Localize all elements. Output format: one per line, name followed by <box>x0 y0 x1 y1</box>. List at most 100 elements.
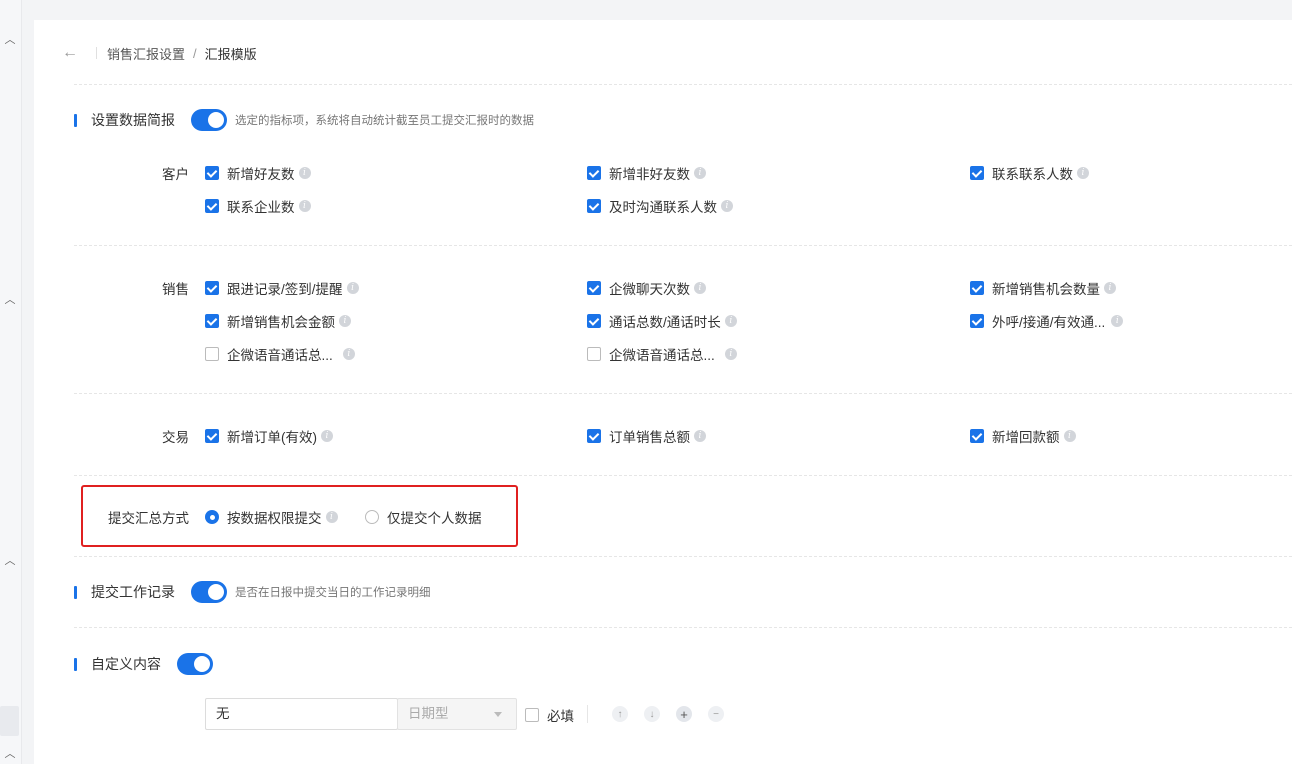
radio-unselected[interactable] <box>365 510 379 524</box>
metric-checkbox[interactable]: 新增好友数 i <box>205 163 311 183</box>
metric-checkbox[interactable]: 外呼/接通/有效通... i <box>970 311 1124 331</box>
info-icon[interactable]: i <box>346 282 359 294</box>
checkbox-checked[interactable] <box>587 314 601 328</box>
work-record-toggle[interactable] <box>191 581 227 603</box>
divider <box>74 475 1292 476</box>
metric-checkbox[interactable]: 订单销售总额 i <box>587 426 706 446</box>
work-record-header: 提交工作记录 是否在日报中提交当日的工作记录明细 <box>74 581 431 603</box>
section-marker <box>74 585 77 599</box>
chevron-up-icon[interactable]: ︿ <box>3 553 17 567</box>
chevron-up-icon[interactable]: ︿ <box>3 292 17 306</box>
metric-checkbox[interactable]: 新增销售机会金额 i <box>205 311 351 331</box>
metric-checkbox[interactable]: 通话总数/通话时长 i <box>587 311 737 331</box>
checkbox-unchecked[interactable] <box>205 347 219 361</box>
info-icon[interactable]: i <box>339 315 351 327</box>
plus-icon[interactable]: + <box>676 706 692 722</box>
checkbox-unchecked[interactable] <box>587 347 601 361</box>
required-checkbox[interactable]: 必填 <box>525 705 574 725</box>
metric-checkbox[interactable]: 企微语音通话总... i <box>205 344 355 364</box>
info-icon[interactable]: i <box>694 167 706 179</box>
info-icon[interactable]: i <box>1111 315 1124 327</box>
arrow-up-icon[interactable]: ↑ <box>612 706 628 722</box>
custom-content-title: 自定义内容 <box>91 656 161 672</box>
radio-option[interactable]: 仅提交个人数据 <box>365 507 482 527</box>
custom-field-input[interactable]: 无 <box>205 698 398 730</box>
checkbox-checked[interactable] <box>205 281 219 295</box>
info-icon[interactable]: i <box>298 200 311 212</box>
arrow-down-icon[interactable]: ↓ <box>644 706 660 722</box>
metric-checkbox[interactable]: 新增销售机会数量 i <box>970 278 1116 298</box>
info-icon[interactable]: i <box>724 315 737 327</box>
info-icon[interactable]: i <box>298 167 311 179</box>
custom-content-toggle[interactable] <box>177 653 213 675</box>
metric-checkbox[interactable]: 企微语音通话总... i <box>587 344 737 364</box>
checkbox-checked[interactable] <box>587 281 601 295</box>
data-brief-description: 选定的指标项，系统将自动统计截至员工提交汇报时的数据 <box>235 115 534 127</box>
info-icon[interactable]: i <box>1063 430 1076 442</box>
metric-label: 外呼/接通/有效通... <box>992 315 1106 330</box>
info-icon[interactable]: i <box>342 348 355 360</box>
metric-label: 新增好友数 <box>227 167 295 182</box>
metric-label: 跟进记录/签到/提醒 <box>227 282 343 297</box>
breadcrumb-current: 汇报模版 <box>204 46 257 62</box>
metric-checkbox[interactable]: 联系联系人数 i <box>970 163 1089 183</box>
metric-checkbox[interactable]: 跟进记录/签到/提醒 i <box>205 278 359 298</box>
required-label: 必填 <box>547 709 574 724</box>
checkbox-checked[interactable] <box>205 199 219 213</box>
group-label-sales: 销售 <box>162 282 189 297</box>
info-icon[interactable]: i <box>721 200 733 212</box>
checkbox-checked[interactable] <box>587 166 601 180</box>
checkbox-unchecked[interactable] <box>525 708 539 722</box>
divider <box>74 245 1292 246</box>
metric-checkbox[interactable]: 联系企业数 i <box>205 196 311 216</box>
checkbox-checked[interactable] <box>970 166 984 180</box>
metric-checkbox[interactable]: 新增订单(有效) i <box>205 426 333 446</box>
divider <box>74 627 1292 628</box>
metric-label: 企微语音通话总... <box>609 348 715 363</box>
data-brief-toggle[interactable] <box>191 109 227 131</box>
checkbox-checked[interactable] <box>205 166 219 180</box>
info-icon[interactable]: i <box>1104 282 1116 294</box>
top-bar <box>22 0 1292 12</box>
work-record-description: 是否在日报中提交当日的工作记录明细 <box>235 587 431 599</box>
metric-label: 企微聊天次数 <box>609 282 690 297</box>
info-icon[interactable]: i <box>1077 167 1089 179</box>
metric-label: 新增销售机会金额 <box>227 315 335 330</box>
custom-content-header: 自定义内容 <box>74 653 213 675</box>
info-icon[interactable]: i <box>694 282 706 294</box>
info-icon[interactable]: i <box>724 348 737 360</box>
checkbox-checked[interactable] <box>587 429 601 443</box>
back-arrow-icon[interactable]: ← <box>62 44 84 62</box>
checkbox-checked[interactable] <box>205 429 219 443</box>
breadcrumb-parent[interactable]: 销售汇报设置 <box>107 44 185 63</box>
checkbox-checked[interactable] <box>205 314 219 328</box>
chevron-up-icon[interactable]: ︿ <box>3 746 17 760</box>
section-marker <box>74 657 77 671</box>
info-icon[interactable]: i <box>321 430 333 442</box>
checkbox-checked[interactable] <box>587 199 601 213</box>
data-brief-title: 设置数据简报 <box>91 112 175 128</box>
chevron-up-icon[interactable]: ︿ <box>3 32 17 46</box>
field-type-select[interactable]: 日期型 <box>397 698 517 730</box>
breadcrumb: ← 销售汇报设置 / 汇报模版 <box>62 42 257 64</box>
metric-label: 企微语音通话总... <box>227 348 333 363</box>
checkbox-checked[interactable] <box>970 429 984 443</box>
metric-checkbox[interactable]: 及时沟通联系人数 i <box>587 196 733 216</box>
metric-checkbox[interactable]: 企微聊天次数 i <box>587 278 706 298</box>
checkbox-checked[interactable] <box>970 314 984 328</box>
minus-icon[interactable]: − <box>708 706 724 722</box>
metric-label: 联系企业数 <box>227 200 295 215</box>
radio-selected[interactable] <box>205 510 219 524</box>
strip-active-block <box>0 706 19 736</box>
divider <box>587 705 588 723</box>
metric-checkbox[interactable]: 新增非好友数 i <box>587 163 706 183</box>
info-icon[interactable]: i <box>325 511 338 523</box>
metric-label: 联系联系人数 <box>992 167 1073 182</box>
metric-checkbox[interactable]: 新增回款额 i <box>970 426 1076 446</box>
metric-label: 通话总数/通话时长 <box>609 315 721 330</box>
checkbox-checked[interactable] <box>970 281 984 295</box>
caret-down-icon <box>494 712 502 717</box>
info-icon[interactable]: i <box>694 430 706 442</box>
radio-option[interactable]: 按数据权限提交 i <box>205 507 338 527</box>
divider <box>74 393 1292 394</box>
